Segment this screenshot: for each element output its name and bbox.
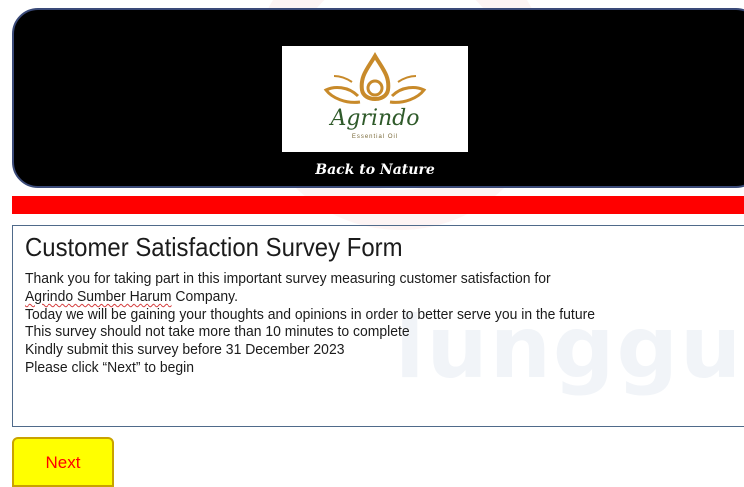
survey-intro-text: Thank you for taking part in this import… — [25, 270, 595, 377]
page-title: Customer Satisfaction Survey Form — [25, 232, 403, 262]
tagline: Back to Nature — [315, 162, 435, 178]
logo-subtitle: Essential Oil — [351, 134, 399, 140]
accent-bar — [12, 196, 744, 214]
intro-line-1: Thank you for taking part in this import… — [25, 270, 551, 287]
survey-intro-panel: Customer Satisfaction Survey Form Thank … — [12, 225, 744, 427]
intro-line-6: Please click “Next” to begin — [25, 358, 195, 376]
intro-line-5: Kindly submit this survey before 31 Dece… — [25, 341, 345, 359]
intro-line-3: Today we will be gaining your thoughts a… — [25, 305, 595, 323]
intro-line-4: This survey should not take more than 10… — [25, 323, 410, 341]
company-suffix: Company. — [171, 287, 238, 305]
logo-name: Agrindo — [330, 106, 420, 131]
company-name: Agrindo Sumber Harum — [25, 287, 172, 305]
company-logo: Agrindo Essential Oil — [282, 46, 468, 152]
header-banner: Agrindo Essential Oil Back to Nature — [12, 8, 744, 188]
intro-line-2: Agrindo Sumber Harum Company. — [25, 288, 595, 306]
